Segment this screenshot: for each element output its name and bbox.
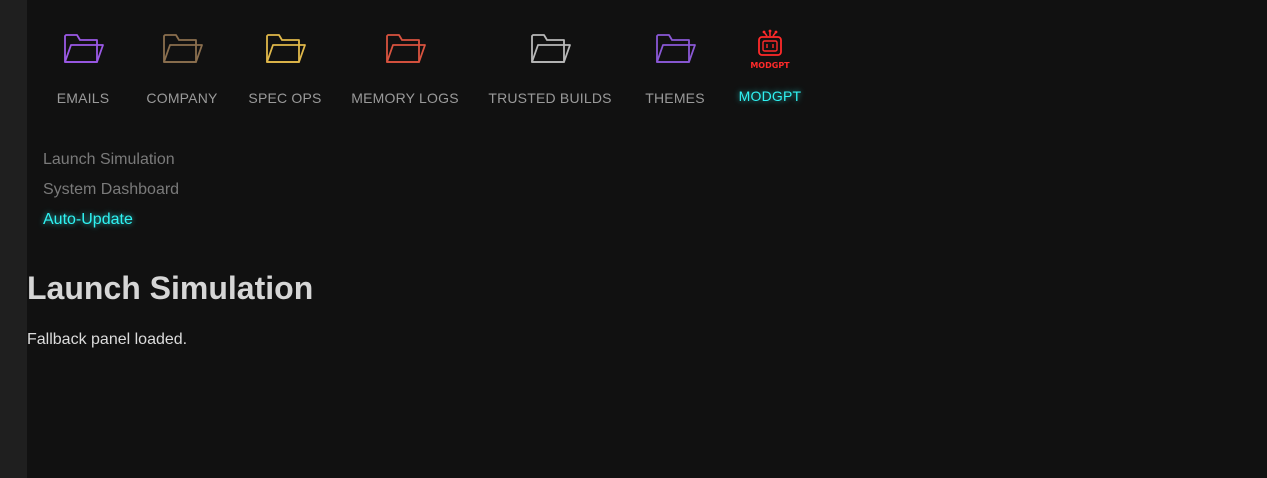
folder-label: TRUSTED BUILDS bbox=[488, 90, 612, 106]
page-title: Launch Simulation bbox=[27, 270, 314, 306]
folder-label: SPEC OPS bbox=[248, 90, 322, 106]
folder-modgpt[interactable]: MODGPT MODGPT bbox=[739, 28, 801, 114]
submenu-item-launch-simulation[interactable]: Launch Simulation bbox=[43, 148, 179, 178]
folder-spec-ops[interactable]: SPEC OPS bbox=[248, 26, 322, 112]
submenu-item-auto-update[interactable]: Auto-Update bbox=[43, 208, 179, 238]
folder-trusted-builds[interactable]: TRUSTED BUILDS bbox=[488, 26, 612, 112]
main-panel: EMAILS COMPANY SPEC OPS MEMORY LOGS TRUS… bbox=[27, 0, 1267, 478]
folder-icon bbox=[528, 26, 572, 70]
folder-label: THEMES bbox=[645, 90, 705, 106]
folder-company[interactable]: COMPANY bbox=[146, 26, 218, 112]
folder-label: MEMORY LOGS bbox=[351, 90, 459, 106]
status-message: Fallback panel loaded. bbox=[27, 331, 188, 348]
folder-label: EMAILS bbox=[56, 90, 110, 106]
svg-text:MODGPT: MODGPT bbox=[750, 61, 790, 70]
folder-themes[interactable]: THEMES bbox=[645, 26, 705, 112]
folder-icon bbox=[653, 26, 697, 70]
folder-icon bbox=[160, 26, 204, 70]
submenu: Launch Simulation System Dashboard Auto-… bbox=[43, 148, 179, 238]
left-sidebar-strip bbox=[0, 0, 27, 478]
submenu-item-system-dashboard[interactable]: System Dashboard bbox=[43, 178, 179, 208]
robot-tv-icon: MODGPT bbox=[748, 28, 792, 72]
folder-icon bbox=[61, 26, 105, 70]
folder-label: COMPANY bbox=[146, 90, 218, 106]
folder-icon bbox=[263, 26, 307, 70]
folder-emails[interactable]: EMAILS bbox=[53, 26, 113, 112]
folder-icon bbox=[383, 26, 427, 70]
folder-label: MODGPT bbox=[738, 88, 802, 104]
folder-memory-logs[interactable]: MEMORY LOGS bbox=[351, 26, 459, 112]
